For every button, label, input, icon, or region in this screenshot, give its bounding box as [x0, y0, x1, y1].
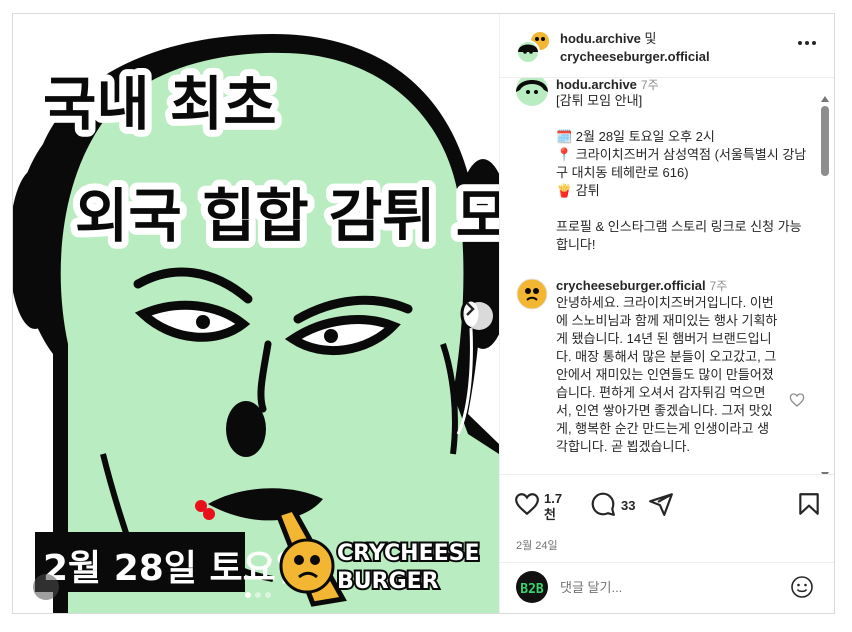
post-date[interactable]: 2월 24일: [516, 537, 558, 553]
carousel-dot: [245, 592, 251, 598]
post-actions: 1.7천 33 2월 24일: [500, 474, 834, 562]
brand-name-line2: BURGER: [337, 569, 439, 594]
carousel-dot: [265, 592, 271, 598]
author-link-2[interactable]: crycheeseburger.official: [560, 48, 710, 66]
caption-username[interactable]: hodu.archive 7주: [556, 78, 659, 93]
comment-avatar[interactable]: [516, 278, 548, 310]
headline-line1: 국내 최초: [43, 70, 277, 138]
add-comment-bar: B2B: [500, 562, 834, 613]
carousel-indicator: [245, 592, 271, 598]
caption-time: 7주: [640, 78, 659, 92]
comment-time: 7주: [709, 279, 728, 293]
comments-scrollbar[interactable]: [818, 94, 832, 474]
heart-icon[interactable]: [514, 491, 540, 517]
svg-text:B2B: B2B: [520, 582, 544, 597]
share-icon[interactable]: [648, 491, 674, 517]
bookmark-icon[interactable]: [796, 491, 822, 517]
post-header: hodu.archive 및 crycheeseburger.official: [500, 14, 834, 78]
carousel-dot: [255, 592, 261, 598]
post-authors: hodu.archive 및 crycheeseburger.official: [560, 30, 710, 66]
caption-text: [감튀 모임 안내] 🗓️ 2월 28일 토요일 오후 2시 📍 크라이치즈버거…: [556, 93, 807, 252]
post-dialog: 국내 최초 국내 최초 외국 힙합 감튀 모임 외국 힙합 감튀 모임 2월 2…: [12, 13, 835, 614]
date-banner-text: 2월 28일 토요일: [43, 548, 309, 589]
scroll-up-arrow[interactable]: [821, 96, 829, 102]
carousel-prev-button[interactable]: [33, 574, 59, 600]
comment-text: 안녕하세요. 크라이치즈버거입니다. 이번에 스노비님과 함께 재미있는 행사 …: [556, 295, 778, 454]
more-options-icon[interactable]: [798, 38, 818, 48]
author-link-1[interactable]: hodu.archive: [560, 31, 641, 46]
comment-username[interactable]: crycheeseburger.official 7주: [556, 277, 727, 294]
current-user-avatar[interactable]: B2B: [516, 571, 548, 603]
post-image[interactable]: 국내 최초 국내 최초 외국 힙합 감튀 모임 외국 힙합 감튀 모임 2월 2…: [13, 14, 499, 613]
like-count[interactable]: 1.7천: [544, 491, 568, 523]
headline-line2: 외국 힙합 감튀 모임: [75, 182, 499, 250]
comment-like-heart-icon[interactable]: [789, 392, 805, 408]
comment-icon[interactable]: [590, 491, 616, 517]
poster-illustration: 국내 최초 국내 최초 외국 힙합 감튀 모임 외국 힙합 감튀 모임 2월 2…: [13, 34, 499, 613]
author-conjunction: 및: [640, 31, 657, 46]
brand-logo: [279, 538, 335, 594]
caption-avatar[interactable]: [516, 78, 548, 106]
post-side-panel: hodu.archive 및 crycheeseburger.official …: [499, 14, 834, 613]
comment-count: 33: [621, 498, 636, 513]
scroll-thumb[interactable]: [821, 106, 829, 176]
chevron-right-icon: [466, 302, 475, 316]
brand-name-line1: CRYCHEESE: [337, 541, 480, 566]
carousel-next-button[interactable]: [465, 302, 493, 330]
comment-input[interactable]: [560, 571, 780, 603]
comments-section[interactable]: hodu.archive 7주 [감튀 모임 안내] 🗓️ 2월 28일 토요일 …: [500, 78, 834, 474]
emoji-icon[interactable]: [790, 575, 814, 599]
collab-avatars[interactable]: [516, 30, 552, 64]
